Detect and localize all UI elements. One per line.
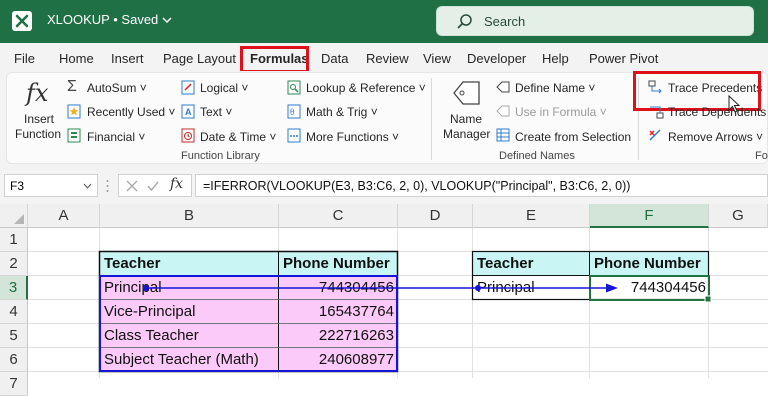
sheet-overlay (98, 250, 712, 373)
trace-precedent-arrow (143, 283, 618, 293)
source-table-border (98, 250, 399, 373)
fill-handle (704, 295, 712, 303)
